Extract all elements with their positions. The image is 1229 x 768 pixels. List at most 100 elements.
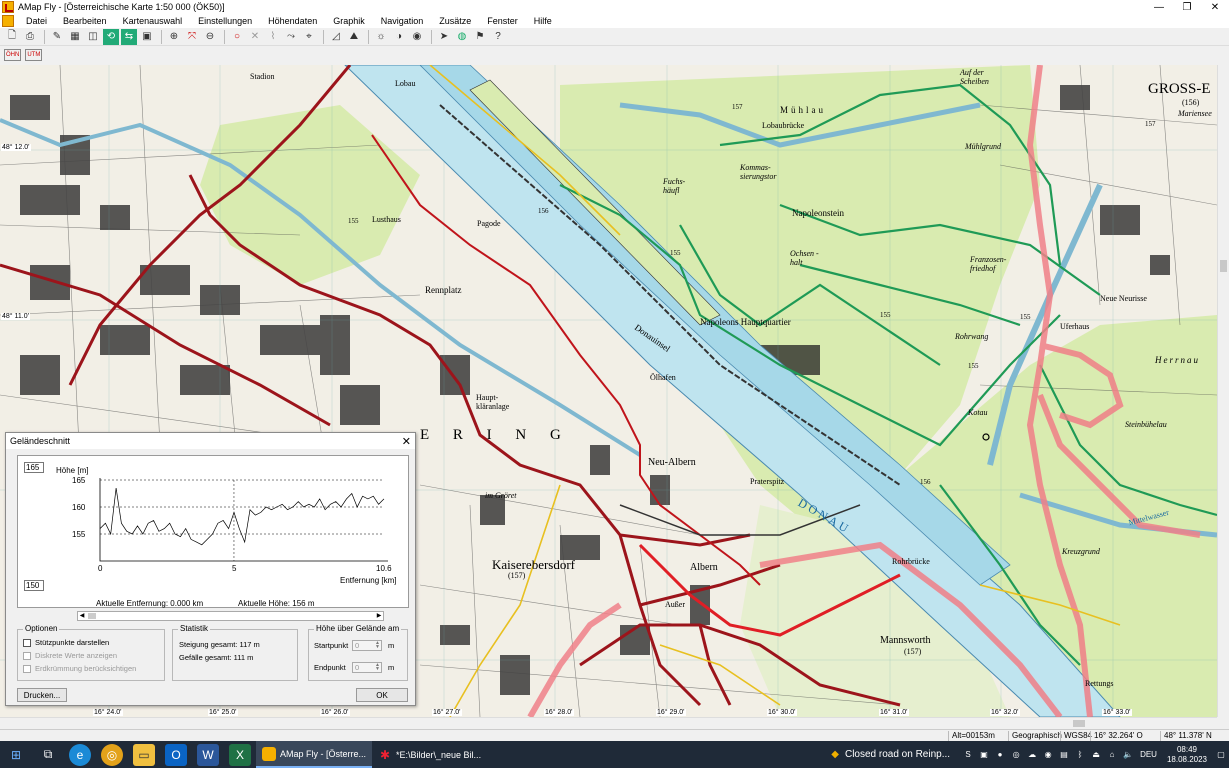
map-label-rettungs: Rettungs: [1085, 679, 1114, 688]
tray-drive-icon[interactable]: ▤: [1058, 749, 1070, 761]
start-point-input[interactable]: 0 ▲ ▼: [352, 640, 382, 651]
print-icon[interactable]: ⎙: [22, 29, 38, 45]
map-label-kommas: Kommas-sierungstor: [740, 163, 777, 181]
tray-network-icon[interactable]: ⌂: [1106, 749, 1118, 761]
map-edit-icon[interactable]: ✎: [49, 29, 65, 45]
x-tick-label: 5: [232, 564, 237, 573]
zoom-in-icon[interactable]: ⊕: [166, 29, 182, 45]
terrain-icon[interactable]: ⛰: [346, 29, 362, 45]
start-point-spinner[interactable]: ▲ ▼: [374, 641, 381, 650]
tray-chrome-icon[interactable]: ◎: [1010, 749, 1022, 761]
close-button[interactable]: ✕: [1201, 0, 1229, 14]
utm-grid-toggle[interactable]: UTM: [25, 49, 43, 61]
taskbar: ⊞ ⧉ e ◎ ▭ O W X AMap Fly - [Österre... ✱…: [0, 741, 1229, 768]
map-vertical-scrollbar[interactable]: [1217, 65, 1229, 717]
menu-zusaetze[interactable]: Zusätze: [431, 16, 479, 26]
color-icon[interactable]: ◉: [409, 29, 425, 45]
taskbar-amap-fly[interactable]: AMap Fly - [Österre...: [256, 741, 373, 768]
map-refresh-icon[interactable]: ⟲: [103, 28, 119, 45]
gps-device-icon[interactable]: ⚑: [472, 29, 488, 45]
map-label-herrnau: Herrnau: [1155, 355, 1200, 365]
oehn-grid-toggle[interactable]: ÖHN: [4, 49, 22, 61]
zoom-out-icon[interactable]: ⊖: [202, 29, 218, 45]
delete-tool-icon[interactable]: ✕: [247, 29, 263, 45]
lat-label-11: 48° 11.0': [1, 313, 30, 320]
end-point-input[interactable]: 0 ▲ ▼: [352, 662, 382, 673]
waypoint-tool-icon[interactable]: ⌖: [301, 29, 317, 45]
menu-hoehendaten[interactable]: Höhendaten: [260, 16, 325, 26]
zoom-fit-icon[interactable]: ⤧: [184, 29, 200, 45]
dialog-close-icon[interactable]: ✕: [402, 435, 411, 448]
keyboard-language[interactable]: DEU: [1140, 750, 1157, 759]
map-label-ausser: Außer: [665, 600, 685, 609]
taskbar-image-editor[interactable]: ✱ *E:\Bilder\_neue Bil...: [372, 741, 487, 768]
map-layers-icon[interactable]: ◫: [85, 29, 101, 45]
tray-onedrive-icon[interactable]: ☁: [1026, 749, 1038, 761]
menu-kartenauswahl[interactable]: Kartenauswahl: [115, 16, 191, 26]
file-explorer-icon[interactable]: ▭: [133, 743, 155, 766]
tray-app-icon[interactable]: ▣: [978, 749, 990, 761]
menu-einstellungen[interactable]: Einstellungen: [190, 16, 260, 26]
support-points-checkbox-row[interactable]: Stützpunkte darstellen: [23, 638, 109, 647]
edge-browser-icon[interactable]: e: [69, 743, 91, 766]
curvature-checkbox[interactable]: [23, 664, 31, 673]
brightness-icon[interactable]: ☼: [373, 29, 389, 45]
statistics-group: Statistik Steigung gesamt: 117 m Gefälle…: [172, 624, 298, 681]
notification-center-icon[interactable]: ▢: [1215, 749, 1227, 761]
excel-icon[interactable]: X: [229, 743, 251, 766]
map-horizontal-scrollbar[interactable]: [0, 717, 1217, 728]
minimize-button[interactable]: —: [1145, 0, 1173, 14]
menu-hilfe[interactable]: Hilfe: [526, 16, 560, 26]
route-tool-icon[interactable]: ⤳: [283, 29, 299, 45]
circle-tool-icon[interactable]: ○: [229, 29, 245, 45]
map-label-marienseer: Mariensee: [1178, 109, 1212, 118]
vertical-scroll-thumb[interactable]: [1220, 260, 1227, 272]
print-button[interactable]: Drucken...: [17, 688, 67, 702]
task-view-icon[interactable]: ⧉: [37, 744, 59, 766]
globe-icon[interactable]: ◍: [454, 29, 470, 45]
chrome-browser-icon[interactable]: ◎: [101, 743, 123, 766]
contrast-icon[interactable]: ◑: [391, 29, 407, 45]
map-label-neu-albern: Neu-Albern: [648, 457, 696, 468]
new-file-icon[interactable]: 🗋: [4, 29, 20, 45]
profile-scroll-thumb[interactable]: [88, 613, 96, 619]
horizontal-scroll-thumb[interactable]: [1073, 720, 1085, 727]
menu-graphik[interactable]: Graphik: [325, 16, 373, 26]
map-sync-icon[interactable]: ⇆: [121, 28, 137, 45]
tray-usb-icon[interactable]: ⏏: [1090, 749, 1102, 761]
map-select-icon[interactable]: ▦: [67, 29, 83, 45]
word-icon[interactable]: W: [197, 743, 219, 766]
clock[interactable]: 08:49 18.08.2023: [1167, 745, 1207, 765]
end-point-spinner[interactable]: ▲ ▼: [374, 663, 381, 672]
traffic-notification[interactable]: ◆ Closed road on Reinp...: [831, 749, 950, 760]
support-points-checkbox[interactable]: [23, 638, 31, 647]
scroll-right-arrow[interactable]: ▶: [375, 612, 383, 620]
discrete-values-checkbox-row[interactable]: Diskrete Werte anzeigen: [23, 651, 117, 660]
menu-fenster[interactable]: Fenster: [479, 16, 526, 26]
discrete-values-checkbox[interactable]: [23, 651, 31, 660]
curvature-checkbox-row[interactable]: Erdkrümmung berücksichtigen: [23, 664, 136, 673]
outlook-icon[interactable]: O: [165, 743, 187, 766]
tray-skype-icon[interactable]: S: [962, 749, 974, 761]
profile-scrollbar[interactable]: ◀ ▶: [77, 611, 384, 621]
tray-volume-icon[interactable]: 🔈: [1122, 749, 1134, 761]
start-windows-icon[interactable]: ⊞: [5, 744, 27, 766]
scroll-left-arrow[interactable]: ◀: [78, 612, 86, 620]
discrete-values-label: Diskrete Werte anzeigen: [35, 651, 117, 660]
gps-icon[interactable]: ➤: [436, 29, 452, 45]
ok-button[interactable]: OK: [356, 688, 408, 702]
map-overview-icon[interactable]: ▣: [139, 29, 155, 45]
tray-nvidia-icon[interactable]: ◉: [1042, 749, 1054, 761]
measure-tool-icon[interactable]: ⌇: [265, 29, 281, 45]
tray-security-icon[interactable]: ●: [994, 749, 1006, 761]
map-label-lusthaus: Lusthaus: [372, 215, 401, 224]
help-icon[interactable]: ?: [490, 29, 506, 45]
document-icon[interactable]: [2, 15, 14, 27]
profile-icon[interactable]: ◿: [328, 29, 344, 45]
tray-bluetooth-icon[interactable]: ᛒ: [1074, 749, 1086, 761]
taskbar-amap-label: AMap Fly - [Österre...: [280, 748, 367, 759]
menu-datei[interactable]: Datei: [18, 16, 55, 26]
restore-button[interactable]: ❐: [1173, 0, 1201, 14]
menu-navigation[interactable]: Navigation: [373, 16, 432, 26]
menu-bearbeiten[interactable]: Bearbeiten: [55, 16, 115, 26]
